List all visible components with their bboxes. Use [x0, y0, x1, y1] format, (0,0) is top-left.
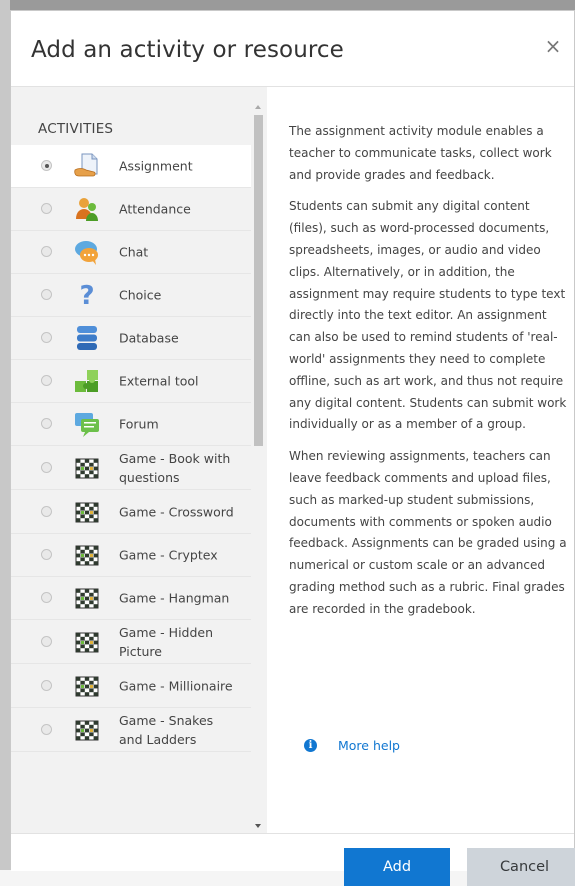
- activity-radio[interactable]: [41, 723, 52, 735]
- forum-icon: [73, 410, 101, 438]
- activity-item[interactable]: ? Choice: [11, 274, 251, 317]
- activity-radio[interactable]: [41, 246, 52, 257]
- activity-item[interactable]: Game - Book with questions: [11, 446, 251, 490]
- activity-label: Database: [119, 330, 179, 346]
- activity-label: Game - Snakes and Ladders: [119, 712, 214, 747]
- activity-radio[interactable]: [41, 679, 52, 691]
- activity-radio[interactable]: [41, 592, 52, 603]
- page-backdrop-top: [0, 0, 575, 10]
- more-help-label: More help: [338, 738, 400, 753]
- game-icon: [73, 454, 101, 482]
- database-icon: [73, 324, 101, 352]
- activity-item[interactable]: Game - Crossword: [11, 490, 251, 534]
- activity-item[interactable]: Attendance: [11, 188, 251, 231]
- activity-radio[interactable]: [41, 418, 52, 429]
- activity-label: Forum: [119, 416, 159, 432]
- scroll-down-arrow-icon[interactable]: [255, 824, 261, 828]
- svg-text:?: ?: [79, 281, 94, 309]
- activity-radio[interactable]: [41, 203, 52, 214]
- add-button[interactable]: Add: [344, 848, 450, 886]
- add-activity-modal: Add an activity or resource × ACTIVITIES…: [10, 10, 575, 886]
- activity-item[interactable]: Database: [11, 317, 251, 360]
- activity-item[interactable]: Game - Millionaire: [11, 664, 251, 708]
- activity-label: Assignment: [119, 158, 193, 174]
- activity-radio[interactable]: [41, 160, 52, 171]
- game-icon: [73, 672, 101, 700]
- attendance-icon: [73, 195, 101, 223]
- page-backdrop-left: [0, 0, 10, 870]
- activity-item[interactable]: Assignment: [11, 145, 251, 188]
- activity-item[interactable]: Game - Snakes and Ladders: [11, 708, 251, 752]
- description-paragraph: When reviewing assignments, teachers can…: [289, 449, 567, 616]
- close-icon: ×: [544, 34, 562, 58]
- assignment-icon: [73, 152, 101, 180]
- activity-item[interactable]: Game - Hangman: [11, 577, 251, 620]
- activity-label: External tool: [119, 373, 199, 389]
- activity-label: Game - Crossword: [119, 504, 234, 519]
- activity-item[interactable]: Game - Cryptex: [11, 534, 251, 577]
- activity-description: The assignment activity module enables a…: [289, 121, 569, 631]
- close-button[interactable]: ×: [542, 35, 564, 57]
- activity-radio[interactable]: [41, 505, 52, 517]
- game-icon: [73, 628, 101, 656]
- activity-radio[interactable]: [41, 289, 52, 300]
- list-scrollbar[interactable]: [251, 87, 267, 833]
- activity-radio[interactable]: [41, 549, 52, 560]
- activity-label: Game - Cryptex: [119, 547, 218, 563]
- description-paragraph: The assignment activity module enables a…: [289, 124, 552, 182]
- activity-item[interactable]: Game - Hidden Picture: [11, 620, 251, 664]
- activity-label: Attendance: [119, 201, 191, 217]
- activity-radio[interactable]: [41, 375, 52, 386]
- activity-item[interactable]: Chat: [11, 231, 251, 274]
- activity-label: Choice: [119, 287, 162, 303]
- external-tool-icon: [73, 367, 101, 395]
- activity-list: Assignment Attendance Chat? Choice Database E…: [11, 145, 251, 752]
- info-icon: i: [304, 739, 317, 752]
- activity-label: Game - Hangman: [119, 590, 230, 606]
- activity-radio[interactable]: [41, 332, 52, 343]
- chat-icon: [73, 238, 101, 266]
- activity-list-pane: ACTIVITIES Assignment Attendance Chat? Choi…: [11, 87, 267, 833]
- cancel-button[interactable]: Cancel: [467, 848, 575, 886]
- modal-footer: Add Cancel: [11, 833, 575, 886]
- modal-header: Add an activity or resource ×: [11, 11, 574, 87]
- game-icon: [73, 716, 101, 744]
- activities-heading: ACTIVITIES: [38, 121, 114, 137]
- activity-item[interactable]: Forum: [11, 403, 251, 446]
- more-help-link[interactable]: i More help: [304, 738, 400, 753]
- scroll-up-arrow-icon[interactable]: [255, 105, 261, 109]
- choice-icon: ?: [73, 281, 101, 311]
- activity-label: Game - Book with questions: [119, 450, 231, 485]
- game-icon: [73, 541, 101, 569]
- activity-label: Game - Millionaire: [119, 678, 233, 693]
- modal-title: Add an activity or resource: [31, 37, 344, 63]
- scroll-thumb[interactable]: [254, 115, 263, 446]
- activity-label: Chat: [119, 244, 149, 260]
- description-pane: The assignment activity module enables a…: [273, 87, 567, 833]
- description-paragraph: Students can submit any digital content …: [289, 199, 567, 432]
- game-icon: [73, 584, 101, 612]
- activity-radio[interactable]: [41, 461, 52, 473]
- game-icon: [73, 498, 101, 526]
- activity-radio[interactable]: [41, 635, 52, 647]
- activity-label: Game - Hidden Picture: [119, 624, 214, 659]
- activity-item[interactable]: External tool: [11, 360, 251, 403]
